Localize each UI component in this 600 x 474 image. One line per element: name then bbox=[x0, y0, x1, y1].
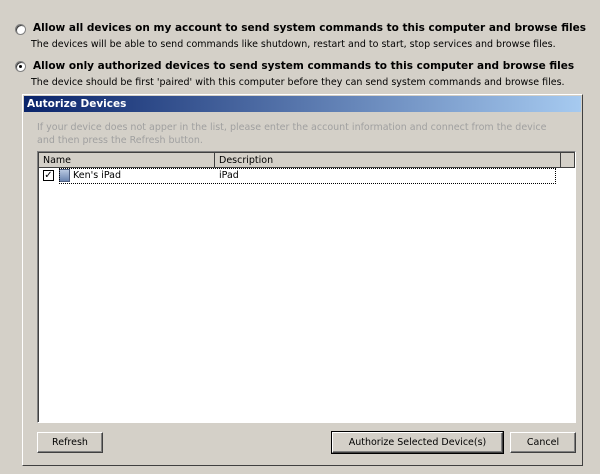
cancel-button[interactable]: Cancel bbox=[510, 432, 576, 453]
option-authorized-devices-description: The device should be first 'paired' with… bbox=[31, 77, 565, 88]
table-row[interactable]: Ken's iPad iPad bbox=[59, 168, 556, 184]
device-name: Ken's iPad bbox=[73, 170, 121, 181]
option-all-devices-description: The devices will be able to send command… bbox=[31, 39, 556, 50]
radio-all-devices[interactable] bbox=[15, 24, 26, 35]
authorize-devices-panel: Autorize Devices If your device does not… bbox=[22, 94, 583, 466]
panel-title: Autorize Devices bbox=[24, 96, 581, 112]
column-header-description[interactable]: Description bbox=[215, 153, 561, 168]
column-header-filler bbox=[561, 153, 575, 168]
device-description: iPad bbox=[219, 170, 239, 181]
device-list[interactable]: Name Description ✓ Ken's iPad iPad bbox=[37, 151, 576, 423]
option-all-devices-label: Allow all devices on my account to send … bbox=[33, 22, 586, 34]
column-header-name[interactable]: Name bbox=[39, 153, 215, 168]
option-authorized-devices-label: Allow only authorized devices to send sy… bbox=[33, 60, 575, 72]
radio-authorized-devices[interactable] bbox=[15, 61, 26, 72]
panel-hint: If your device does not apper in the lis… bbox=[37, 122, 547, 146]
device-checkbox[interactable]: ✓ bbox=[43, 170, 54, 181]
refresh-button[interactable]: Refresh bbox=[37, 432, 103, 453]
authorize-selected-button[interactable]: Authorize Selected Device(s) bbox=[331, 431, 504, 454]
